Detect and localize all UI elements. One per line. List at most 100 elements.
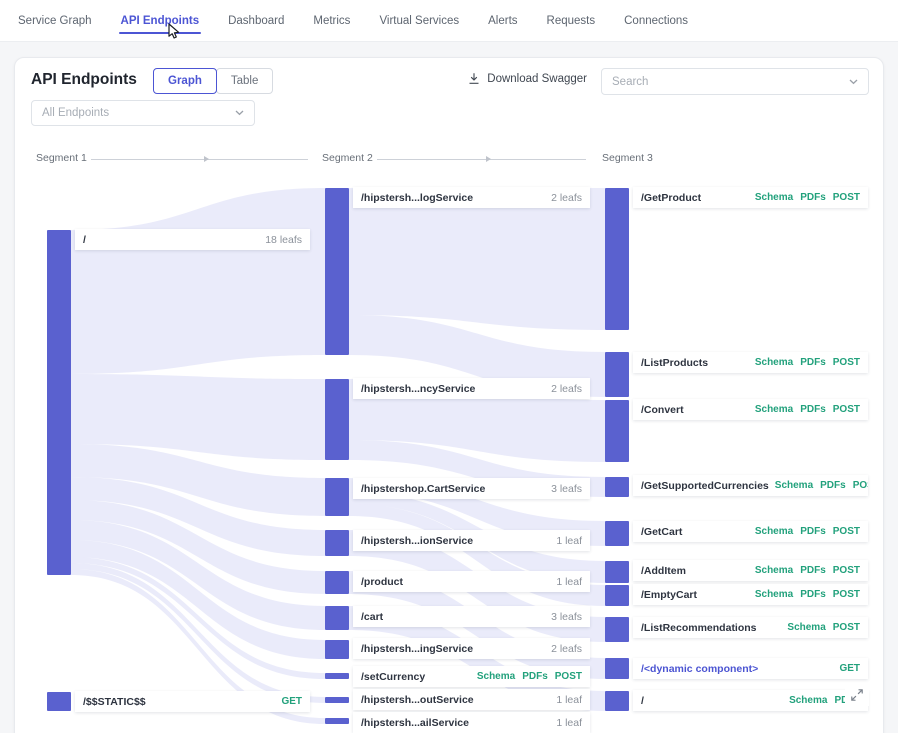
sankey-node-bar[interactable]: [605, 477, 629, 497]
endpoints-filter-value: All Endpoints: [42, 107, 109, 119]
endpoint-row[interactable]: /hipstersh...outService1 leaf: [353, 689, 590, 710]
sankey-node-bar[interactable]: [325, 530, 349, 556]
endpoint-row[interactable]: /GetProductSchemaPDFsPOST: [633, 187, 868, 208]
sankey-node-bar[interactable]: [605, 585, 629, 606]
endpoint-link-schema[interactable]: Schema: [755, 357, 793, 368]
endpoint-row[interactable]: /hipstersh...logService 2 leafs: [353, 187, 590, 208]
endpoint-link-pdfs[interactable]: PDFs: [800, 192, 826, 203]
endpoint-link-post[interactable]: POST: [833, 404, 860, 415]
sankey-node-bar[interactable]: [325, 188, 349, 355]
endpoint-row[interactable]: /cart3 leafs: [353, 606, 590, 627]
endpoint-link-pdfs[interactable]: PDFs: [820, 480, 846, 491]
table-view-button[interactable]: Table: [216, 68, 274, 94]
endpoint-link-schema[interactable]: Schema: [755, 565, 793, 576]
sankey-node-bar[interactable]: [605, 352, 629, 397]
endpoint-row[interactable]: /ConvertSchemaPDFsPOST: [633, 399, 868, 420]
endpoint-row-meta: Schema PDFs POST: [755, 404, 860, 415]
endpoint-row[interactable]: /GetCartSchemaPDFsPOST: [633, 521, 868, 542]
endpoint-row-meta: 2 leafs: [551, 192, 582, 204]
endpoint-link-post[interactable]: POST: [833, 622, 860, 633]
nav-item-alerts[interactable]: Alerts: [488, 15, 517, 27]
endpoint-label: /hipstersh...ailService: [361, 717, 469, 729]
endpoint-row[interactable]: /EmptyCart Schema PDFs POST: [633, 584, 868, 605]
page-title: API Endpoints: [31, 71, 137, 89]
endpoint-link-pdfs[interactable]: PDFs: [522, 671, 548, 682]
sankey-node-bar[interactable]: [605, 521, 629, 546]
endpoint-link-schema[interactable]: Schema: [755, 404, 793, 415]
endpoint-label: /EmptyCart: [641, 589, 697, 601]
nav-item-metrics[interactable]: Metrics: [313, 15, 350, 27]
endpoint-link-pdfs[interactable]: PDFs: [800, 357, 826, 368]
endpoint-link-schema[interactable]: Schema: [775, 480, 813, 491]
endpoint-row[interactable]: /GetSupportedCurrencies Schema PDFs POST: [633, 475, 868, 496]
endpoint-label: /GetSupportedCurrencies: [641, 480, 769, 492]
graph-view-button[interactable]: Graph: [153, 68, 217, 94]
endpoint-row[interactable]: /hipstersh...ailService1 leaf: [353, 712, 590, 733]
endpoint-link-post[interactable]: POST: [833, 526, 860, 537]
endpoint-row[interactable]: /setCurrencySchemaPDFsPOST: [353, 666, 590, 687]
sankey-node-bar[interactable]: [325, 640, 349, 659]
endpoint-row[interactable]: /hipstersh...ionService1 leaf: [353, 530, 590, 551]
endpoint-link-schema[interactable]: Schema: [755, 192, 793, 203]
nav-item-requests[interactable]: Requests: [547, 15, 596, 27]
sankey-node-bar[interactable]: [605, 691, 629, 711]
endpoint-link-schema[interactable]: Schema: [787, 622, 825, 633]
sankey-node-bar[interactable]: [605, 658, 629, 679]
endpoint-row[interactable]: /ListProducts Schema PDFs POST: [633, 352, 868, 373]
endpoint-row[interactable]: /product1 leaf: [353, 571, 590, 592]
endpoint-link-pdfs[interactable]: PDFs: [800, 565, 826, 576]
endpoint-link-post[interactable]: POST: [833, 589, 860, 600]
nav-item-api-endpoints[interactable]: API Endpoints: [121, 15, 200, 27]
sankey-node-bar[interactable]: [325, 571, 349, 594]
endpoint-link-get[interactable]: GET: [281, 696, 302, 707]
sankey-node-bar[interactable]: [325, 673, 349, 679]
sankey-node-bar[interactable]: [605, 188, 629, 330]
sankey-node-bar[interactable]: [605, 617, 629, 642]
nav-item-virtual-services[interactable]: Virtual Services: [379, 15, 459, 27]
expand-graph-button[interactable]: [845, 684, 869, 706]
endpoint-row[interactable]: /hipstershop.CartService3 leafs: [353, 478, 590, 499]
sankey-node-bar[interactable]: [325, 379, 349, 460]
leaf-count: 3 leafs: [551, 483, 582, 495]
nav-item-connections[interactable]: Connections: [624, 15, 688, 27]
nav-item-service-graph[interactable]: Service Graph: [18, 15, 92, 27]
sankey-node-bar[interactable]: [605, 561, 629, 583]
sankey-node-bar[interactable]: [325, 606, 349, 630]
endpoint-row[interactable]: /hipstersh...ncyService2 leafs: [353, 378, 590, 399]
endpoint-link-post[interactable]: POST: [555, 671, 582, 682]
endpoint-link-post[interactable]: POST: [833, 357, 860, 368]
sankey-node-bar[interactable]: [47, 230, 71, 575]
endpoint-label: /hipstersh...logService: [361, 192, 473, 204]
endpoint-link-pdfs[interactable]: PDFs: [800, 404, 826, 415]
endpoint-row[interactable]: /ListRecommendationsSchemaPOST: [633, 617, 868, 638]
endpoints-filter-select[interactable]: All Endpoints: [31, 100, 255, 126]
search-input[interactable]: Search: [601, 68, 869, 95]
sankey-node-bar[interactable]: [325, 478, 349, 516]
endpoint-link-schema[interactable]: Schema: [755, 526, 793, 537]
download-swagger-button[interactable]: Download Swagger: [468, 72, 587, 85]
endpoint-link-get[interactable]: GET: [839, 663, 860, 674]
endpoint-link-schema[interactable]: Schema: [755, 589, 793, 600]
search-placeholder: Search: [612, 76, 648, 88]
sankey-node-bar[interactable]: [47, 692, 71, 711]
sankey-node-bar[interactable]: [605, 400, 629, 462]
endpoint-row-meta: Schema POST: [787, 622, 860, 633]
endpoint-row[interactable]: /18 leafs: [75, 229, 310, 250]
sankey-node-bar[interactable]: [325, 697, 349, 703]
endpoint-row[interactable]: /AddItemSchemaPDFsPOST: [633, 560, 868, 581]
endpoint-row-meta: 18 leafs: [265, 234, 302, 246]
endpoint-row[interactable]: /$$STATIC$$GET: [75, 691, 310, 712]
endpoint-link-schema[interactable]: Schema: [789, 695, 827, 706]
endpoint-link-schema[interactable]: Schema: [477, 671, 515, 682]
nav-item-dashboard[interactable]: Dashboard: [228, 15, 284, 27]
endpoint-row[interactable]: /SchemaPDFs: [633, 690, 868, 711]
endpoint-row[interactable]: /hipstersh...ingService2 leafs: [353, 638, 590, 659]
endpoint-row[interactable]: /<dynamic component>GET: [633, 658, 868, 679]
endpoint-link-post[interactable]: POST: [833, 192, 860, 203]
endpoint-link-pdfs[interactable]: PDFs: [800, 526, 826, 537]
endpoint-link-post[interactable]: POST: [853, 480, 868, 491]
endpoint-link-pdfs[interactable]: PDFs: [800, 589, 826, 600]
sankey-node-bar[interactable]: [325, 718, 349, 724]
endpoint-label: /ListProducts: [641, 357, 708, 369]
endpoint-link-post[interactable]: POST: [833, 565, 860, 576]
